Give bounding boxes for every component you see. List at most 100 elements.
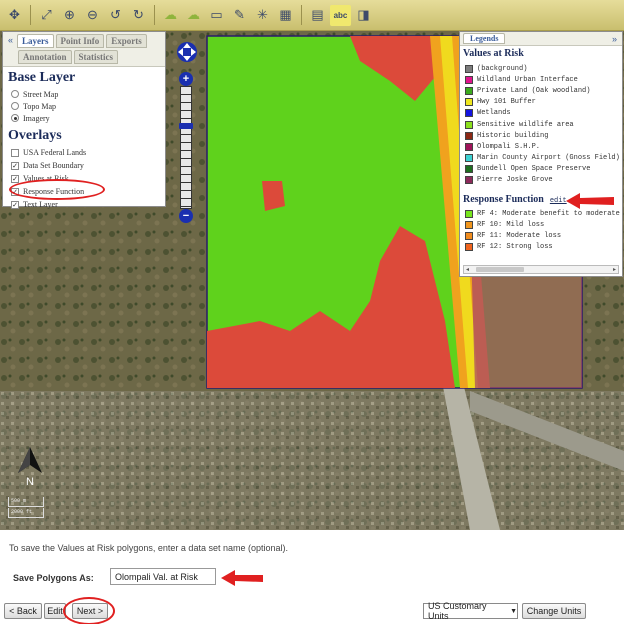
response-function-heading: Response Function (463, 194, 544, 206)
tab-point-info[interactable]: Point Info (55, 34, 105, 48)
legend-item: Wildland Urban Interface (460, 74, 622, 85)
save-polygons-input[interactable] (110, 568, 216, 585)
expand-panel-button[interactable]: » (610, 33, 619, 45)
change-units-button[interactable]: Change Units (522, 603, 586, 619)
legend-label: Sensitive wildlife area (477, 120, 574, 129)
pan-arrows-icon[interactable] (176, 41, 198, 63)
identify-icon[interactable]: ☁ (160, 5, 181, 26)
collapse-panel-button[interactable]: « (6, 34, 15, 48)
base-layer-option-topo-map[interactable]: Topo Map (3, 100, 165, 112)
legend-label: Historic building (477, 131, 549, 140)
legend-item: Hwy 101 Buffer (460, 97, 622, 108)
legend-swatch (465, 209, 473, 218)
legend-label: RF 4: Moderate benefit to moderate loss (477, 209, 624, 218)
scale-imperial: 2000 ft (8, 508, 44, 518)
overlay-option-text-layer[interactable]: ✓ Text Layer (3, 198, 165, 211)
base-layer-option-street-map[interactable]: Street Map (3, 88, 165, 100)
legend-swatch (465, 64, 473, 73)
toolbar-separator (154, 5, 155, 25)
values-at-risk-heading: Values at Risk (463, 48, 524, 59)
legend-item: Wetlands (460, 108, 622, 119)
tab-statistics[interactable]: Statistics (73, 50, 119, 64)
scroll-right-icon[interactable]: ▸ (613, 266, 616, 273)
legend-hscrollbar[interactable]: ◂ ▸ (463, 265, 619, 274)
zoom-in-icon[interactable]: ⊕ (59, 5, 80, 26)
pan-globe-icon[interactable]: ✥ (4, 5, 25, 26)
zoom-previous-icon[interactable]: ↺ (105, 5, 126, 26)
legend-item: Sensitive wildlife area (460, 119, 622, 130)
base-layer-label: Street Map (23, 89, 59, 99)
scroll-thumb[interactable] (476, 267, 524, 272)
select-polygon-icon[interactable]: ☁ (183, 5, 204, 26)
legend-label: Private Land (Oak woodland) (477, 86, 591, 95)
fileset-icon[interactable]: ◨ (353, 5, 374, 26)
legend-swatch (465, 220, 473, 229)
response-function-edit-link[interactable]: edit (550, 197, 567, 205)
radio-button[interactable] (11, 102, 19, 110)
overlay-label: USA Federal Lands (23, 148, 87, 157)
zoom-slider[interactable]: + − (179, 72, 193, 227)
zoom-plus-button[interactable]: + (179, 72, 193, 86)
zoom-minus-button[interactable]: − (179, 209, 193, 223)
annotation-arrow (566, 193, 614, 209)
zoom-extent-icon[interactable]: ⤢ (36, 5, 57, 26)
legend-label: Olompali S.H.P. (477, 142, 541, 151)
tab-layers[interactable]: Layers (17, 34, 54, 48)
tab-annotation[interactable]: Annotation (18, 50, 72, 64)
label-icon[interactable]: abc (330, 4, 351, 26)
legend-label: Wetlands (477, 109, 511, 118)
checkbox[interactable] (11, 148, 19, 157)
legend-swatch (465, 120, 473, 129)
scroll-left-icon[interactable]: ◂ (466, 266, 469, 273)
overlay-label: Data Set Boundary (23, 161, 84, 170)
tab-legends[interactable]: Legends (463, 33, 506, 44)
legend-swatch (465, 232, 473, 241)
checkbox[interactable]: ✓ (11, 174, 19, 183)
tab-exports[interactable]: Exports (106, 34, 147, 48)
legend-swatch (465, 176, 473, 185)
zoom-handle[interactable] (179, 123, 193, 129)
table-icon[interactable]: ▦ (275, 5, 296, 26)
values-legend-list: (background) Wildland Urban Interface Priv… (460, 63, 622, 186)
zoom-out-icon[interactable]: ⊖ (82, 5, 103, 26)
overlay-option-usa-federal-lands[interactable]: USA Federal Lands (3, 146, 165, 159)
legend-tabbar: Legends » (460, 32, 622, 46)
units-select-value: US Customary Units (428, 601, 487, 621)
toolbar-separator (30, 5, 31, 25)
legend-swatch (465, 243, 473, 252)
print-icon[interactable]: ▤ (307, 5, 328, 26)
base-layer-label: Imagery (23, 113, 50, 123)
legend-label: (background) (477, 64, 528, 73)
legend-item: RF 12: Strong loss (460, 242, 622, 253)
overlays-heading: Overlays (8, 128, 62, 143)
zoom-next-icon[interactable]: ↻ (128, 5, 149, 26)
radio-button[interactable] (11, 90, 19, 98)
instruction-text: To save the Values at Risk polygons, ent… (9, 543, 288, 553)
overlay-option-data-set-boundary[interactable]: ✓ Data Set Boundary (3, 159, 165, 172)
base-layer-heading: Base Layer (8, 70, 76, 85)
legend-swatch (465, 98, 473, 107)
annotation-circle (9, 179, 105, 200)
legend-label: Bundell Open Space Preserve (477, 165, 591, 174)
legend-label: RF 12: Strong loss (477, 243, 553, 252)
radio-button[interactable] (11, 114, 19, 122)
overlay-list: USA Federal Lands ✓ Data Set Boundary ✓ Valu… (3, 146, 165, 211)
select-clear-icon[interactable]: ▭ (206, 5, 227, 26)
back-button[interactable]: < Back (4, 603, 42, 619)
base-layer-option-imagery[interactable]: Imagery (3, 112, 165, 124)
legend-swatch (465, 109, 473, 118)
legend-swatch (465, 165, 473, 174)
base-layer-list: Street Map Topo Map Imagery (3, 88, 165, 124)
legend-label: RF 10: Mild loss (477, 220, 545, 229)
zoom-track[interactable] (179, 86, 193, 209)
units-select[interactable]: US Customary Units ▼ (423, 601, 518, 621)
legend-swatch (465, 154, 473, 163)
north-arrow-icon: N (18, 447, 42, 487)
checkbox[interactable]: ✓ (11, 161, 19, 170)
draw-polygon-icon[interactable]: ✎ (229, 5, 250, 26)
checkbox[interactable]: ✓ (11, 200, 19, 209)
legend-label: Wildland Urban Interface (477, 75, 578, 84)
overlay-label: Text Layer (23, 200, 58, 209)
point-info-icon[interactable]: ✳ (252, 5, 273, 26)
compass-label: N (26, 476, 34, 487)
